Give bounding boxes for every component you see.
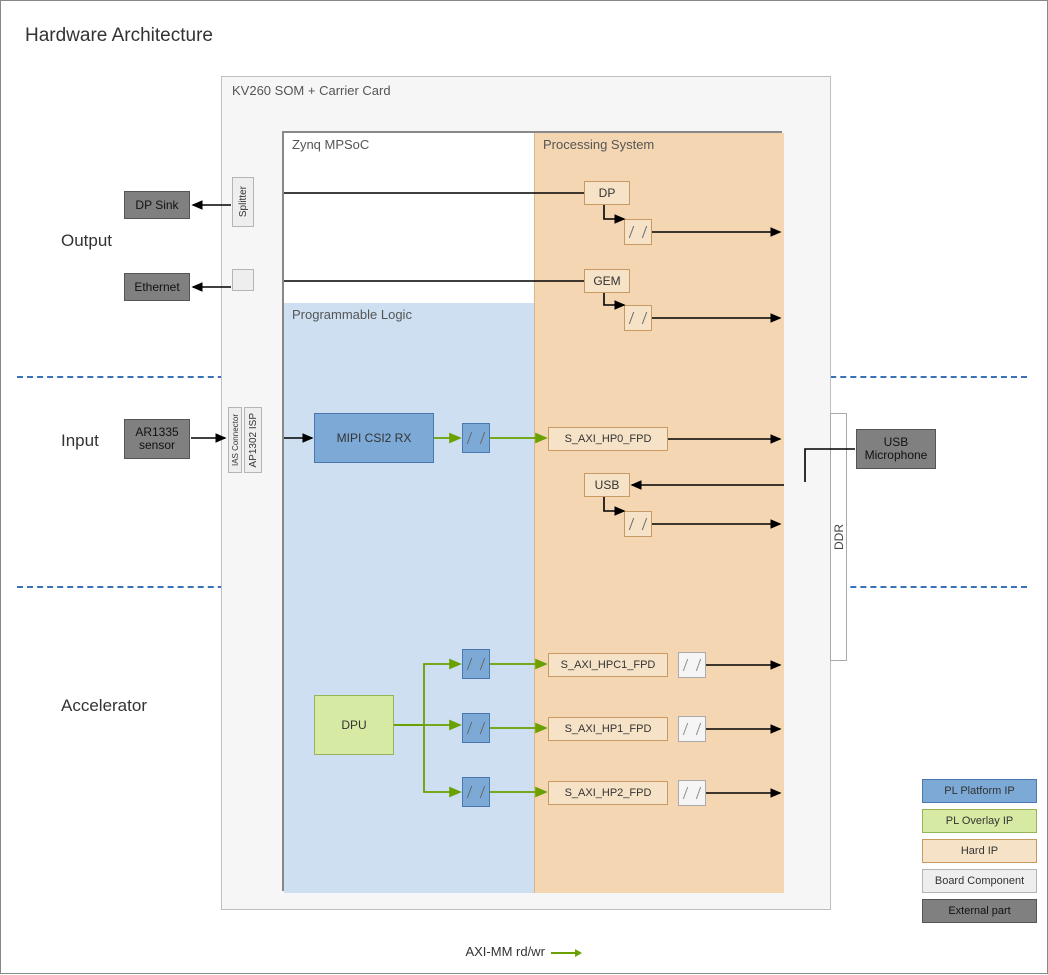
hardip-hpc1: S_AXI_HPC1_FPD	[548, 653, 668, 677]
ddr-label: DDR	[832, 524, 846, 550]
processing-system: Processing System	[534, 133, 784, 893]
som-label: KV260 SOM + Carrier Card	[232, 83, 391, 98]
legend-external: External part	[922, 899, 1037, 923]
interconnect-icon	[462, 649, 490, 679]
ext-ar1335: AR1335 sensor	[124, 419, 190, 459]
section-input-label: Input	[61, 431, 99, 451]
board-splitter: Splitter	[232, 177, 254, 227]
interconnect-icon	[624, 305, 652, 331]
hardip-hp0: S_AXI_HP0_FPD	[548, 427, 668, 451]
hardip-gem: GEM	[584, 269, 630, 293]
footer-text: AXI-MM rd/wr	[465, 944, 544, 959]
section-accelerator-label: Accelerator	[61, 696, 147, 716]
interconnect-icon	[624, 511, 652, 537]
platip-mipi: MIPI CSI2 RX	[314, 413, 434, 463]
hardip-hp2: S_AXI_HP2_FPD	[548, 781, 668, 805]
legend-hard-ip: Hard IP	[922, 839, 1037, 863]
board-ias-label: IAS Connector	[231, 414, 240, 466]
ext-ethernet: Ethernet	[124, 273, 190, 301]
mpsoc-label: Zynq MPSoC	[292, 137, 369, 152]
board-ias: IAS Connector	[228, 407, 242, 473]
legend: PL Platform IP PL Overlay IP Hard IP Boa…	[922, 779, 1037, 929]
interconnect-icon	[462, 713, 490, 743]
board-splitter-label: Splitter	[238, 186, 249, 217]
programmable-logic: Programmable Logic	[284, 303, 534, 893]
legend-board: Board Component	[922, 869, 1037, 893]
board-isp: AP1302 ISP	[244, 407, 262, 473]
hardip-usb: USB	[584, 473, 630, 497]
zynq-mpsoc: Zynq MPSoC Processing System Programmabl…	[282, 131, 782, 891]
section-output-label: Output	[61, 231, 112, 251]
arrow-green-icon	[549, 948, 583, 958]
ext-usb-mic: USB Microphone	[856, 429, 936, 469]
diagram-page: Hardware Architecture Output Input Accel…	[0, 0, 1048, 974]
interconnect-icon	[462, 777, 490, 807]
hardip-dp: DP	[584, 181, 630, 205]
interconnect-icon	[462, 423, 490, 453]
page-title: Hardware Architecture	[25, 25, 213, 47]
legend-pl-overlay: PL Overlay IP	[922, 809, 1037, 833]
ext-dp-sink: DP Sink	[124, 191, 190, 219]
interconnect-icon	[624, 219, 652, 245]
board-eth-connector-icon	[232, 269, 254, 291]
footer-label: AXI-MM rd/wr	[1, 944, 1047, 959]
legend-pl-platform: PL Platform IP	[922, 779, 1037, 803]
overlayip-dpu: DPU	[314, 695, 394, 755]
ps-label: Processing System	[543, 137, 654, 152]
interconnect-icon	[678, 652, 706, 678]
pl-label: Programmable Logic	[292, 307, 412, 322]
ddr-block: DDR	[830, 413, 847, 661]
interconnect-icon	[678, 716, 706, 742]
som-card: KV260 SOM + Carrier Card Splitter IAS Co…	[221, 76, 831, 910]
board-isp-label: AP1302 ISP	[248, 413, 259, 467]
hardip-hp1: S_AXI_HP1_FPD	[548, 717, 668, 741]
interconnect-icon	[678, 780, 706, 806]
